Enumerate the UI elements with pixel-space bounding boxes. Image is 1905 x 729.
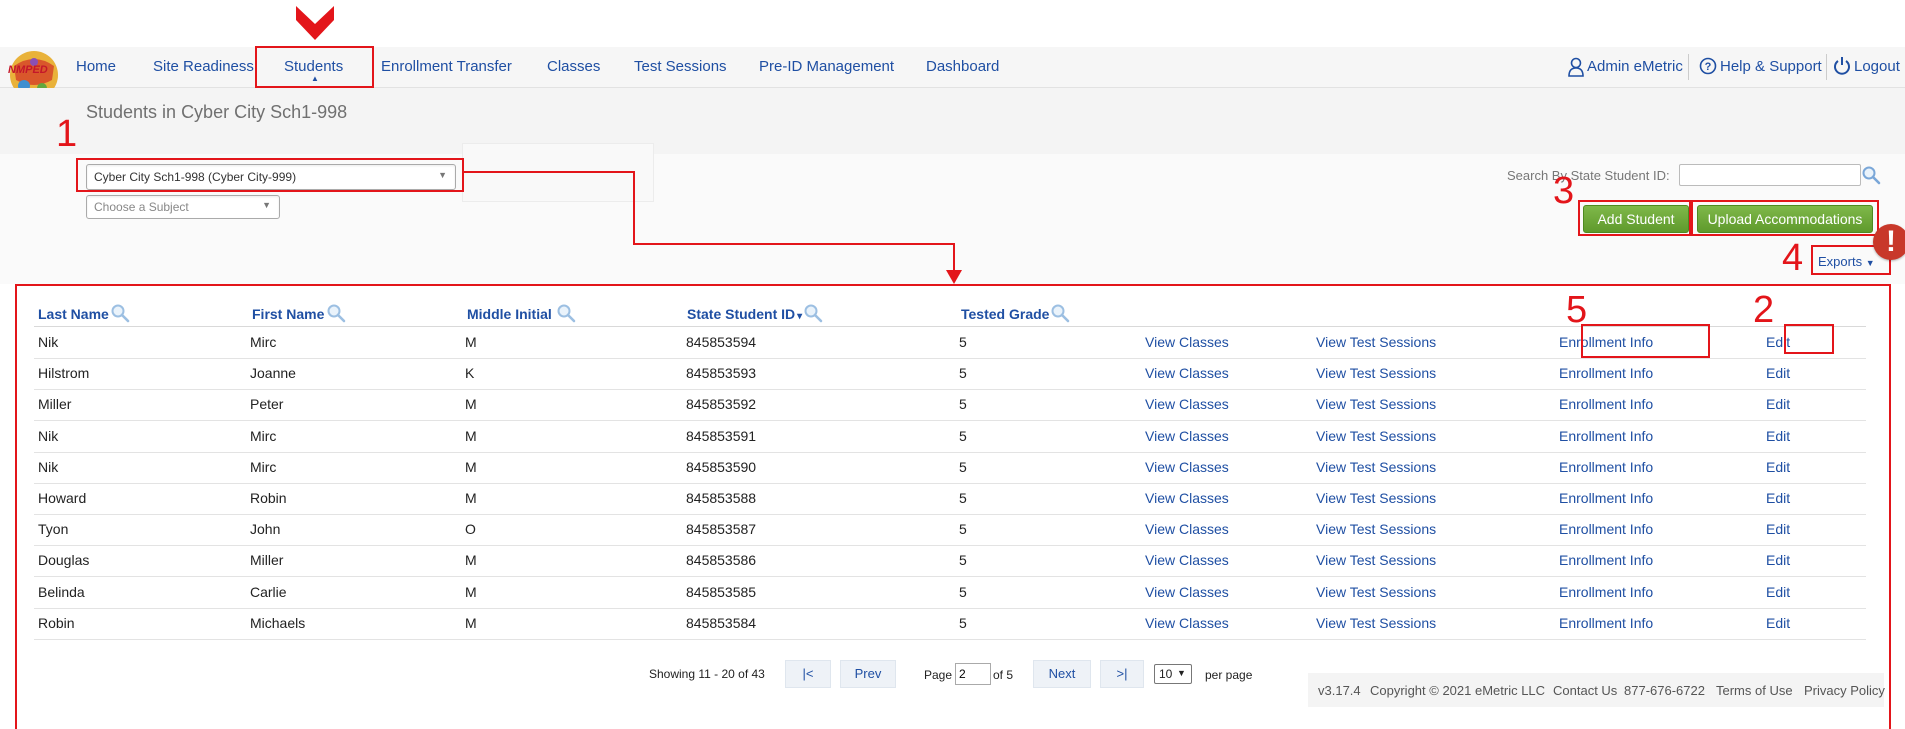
nav-enrollment-transfer[interactable]: Enrollment Transfer <box>381 58 512 75</box>
annotation-number-3: 3 <box>1553 170 1575 212</box>
nav-help-support[interactable]: Help & Support <box>1720 58 1822 75</box>
nav-dashboard[interactable]: Dashboard <box>926 58 999 75</box>
search-label: Search By State Student ID: <box>1507 168 1670 183</box>
chevron-down-icon: ▼ <box>262 200 271 210</box>
nav-divider <box>1826 54 1827 80</box>
nav-divider <box>1688 54 1689 80</box>
annotation-box-enrollment-info <box>1581 324 1710 358</box>
pointer-arrow-icon <box>296 6 334 40</box>
annotation-number-4: 4 <box>1782 237 1804 279</box>
nav-user[interactable]: Admin eMetric <box>1587 58 1683 75</box>
search-input[interactable] <box>1679 164 1861 186</box>
annotation-box-upload <box>1691 200 1879 236</box>
power-icon <box>1834 57 1850 75</box>
nav-classes[interactable]: Classes <box>547 58 600 75</box>
logo-text: NMPED <box>8 64 48 76</box>
search-icon[interactable] <box>1861 165 1881 185</box>
annotation-box-students <box>255 46 374 88</box>
alert-icon: ! <box>1873 224 1905 260</box>
svg-text:?: ? <box>1705 61 1712 73</box>
annotation-box-edit <box>1784 324 1834 354</box>
page-title: Students in Cyber City Sch1-998 <box>86 102 348 122</box>
nav-pre-id-management[interactable]: Pre-ID Management <box>759 58 894 75</box>
annotation-number-2: 2 <box>1753 289 1775 331</box>
help-icon: ? <box>1699 57 1717 75</box>
nav-home[interactable]: Home <box>76 58 116 75</box>
user-icon <box>1568 57 1584 77</box>
annotation-box-add-student <box>1578 200 1691 236</box>
subject-select-value: Choose a Subject <box>94 200 189 214</box>
annotation-number-1: 1 <box>56 113 78 155</box>
subject-select[interactable]: Choose a Subject ▼ <box>86 195 280 219</box>
nav-site-readiness[interactable]: Site Readiness <box>153 58 254 75</box>
nav-test-sessions[interactable]: Test Sessions <box>634 58 727 75</box>
annotation-box-school-select <box>76 158 464 192</box>
annotation-connector-arrow <box>464 171 962 284</box>
nav-logout[interactable]: Logout <box>1854 58 1900 75</box>
